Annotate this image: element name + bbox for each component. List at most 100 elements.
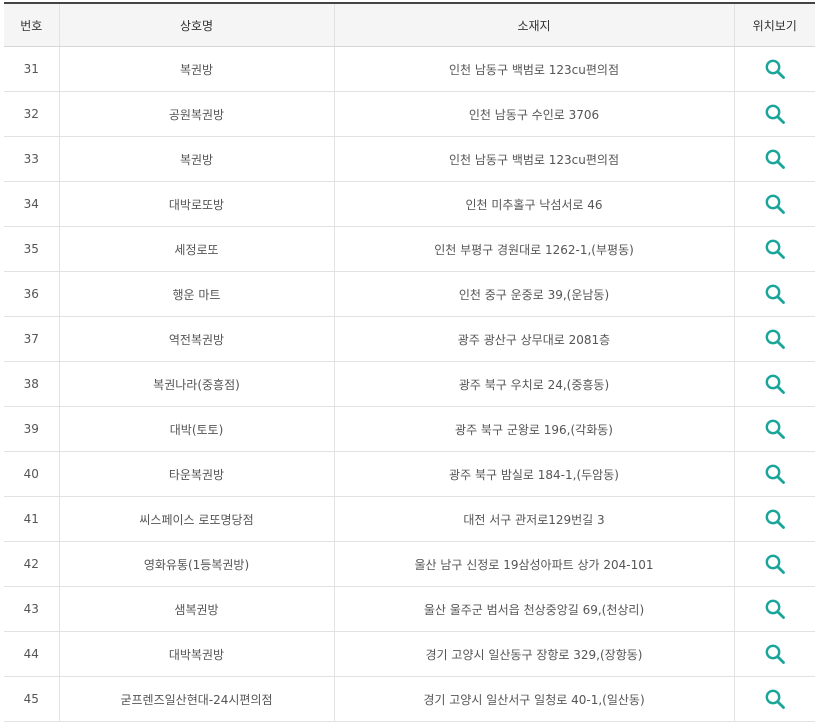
row-number: 32 [4,91,60,137]
row-view-location-cell [734,676,815,722]
table-row: 33 복권방 인천 남동구 백범로 123cu편의점 [4,136,815,182]
row-number: 39 [4,406,60,452]
table-row: 42 영화유통(1등복권방) 울산 남구 신정로 19삼성아파트 상가 204-10… [4,541,815,587]
row-address: 인천 중구 운중로 39,(운남동) [334,271,735,317]
table-body: 31 복권방 인천 남동구 백범로 123cu편의점 32 공원복권방 인천 남동구 수인… [4,46,815,722]
search-icon [765,554,785,574]
table-row: 41 씨스페이스 로또명당점 대전 서구 관저로129번길 3 [4,496,815,542]
row-view-location-cell [734,406,815,452]
row-view-location-cell [734,46,815,92]
row-view-location-cell [734,181,815,227]
store-location-table-container: 번호 상호명 소재지 위치보기 31 복권방 인천 남동구 백범로 123cu편의점… [4,2,815,722]
row-address: 인천 남동구 백범로 123cu편의점 [334,136,735,182]
row-store-name: 역전복권방 [59,316,335,362]
row-store-name: 복권방 [59,136,335,182]
view-location-button[interactable] [764,103,786,125]
table-row: 40 타운복권방 광주 북구 밤실로 184-1,(두암동) [4,451,815,497]
view-location-button[interactable] [764,58,786,80]
row-view-location-cell [734,136,815,182]
search-icon [765,464,785,484]
table-row: 43 샘복권방 울산 울주군 범서읍 천상중앙길 69,(천상리) [4,586,815,632]
table-row: 31 복권방 인천 남동구 백범로 123cu편의점 [4,46,815,92]
view-location-button[interactable] [764,148,786,170]
row-store-name: 대박복권방 [59,631,335,677]
row-number: 44 [4,631,60,677]
row-number: 36 [4,271,60,317]
row-store-name: 타운복권방 [59,451,335,497]
store-location-table: 번호 상호명 소재지 위치보기 31 복권방 인천 남동구 백범로 123cu편의점… [4,2,815,722]
view-location-button[interactable] [764,418,786,440]
table-row: 45 굳프렌즈일산현대-24시편의점 경기 고양시 일산서구 일청로 40-1,(일… [4,676,815,722]
row-store-name: 행운 마트 [59,271,335,317]
row-address: 인천 남동구 수인로 3706 [334,91,735,137]
row-view-location-cell [734,496,815,542]
row-address: 경기 고양시 일산서구 일청로 40-1,(일산동) [334,676,735,722]
row-view-location-cell [734,361,815,407]
row-number: 43 [4,586,60,632]
table-row: 34 대박로또방 인천 미추홀구 낙섬서로 46 [4,181,815,227]
row-store-name: 공원복권방 [59,91,335,137]
row-store-name: 복권방 [59,46,335,92]
row-number: 42 [4,541,60,587]
row-view-location-cell [734,271,815,317]
row-view-location-cell [734,631,815,677]
table-row: 38 복권나라(중흥점) 광주 북구 우치로 24,(중흥동) [4,361,815,407]
row-address: 울산 남구 신정로 19삼성아파트 상가 204-101 [334,541,735,587]
row-view-location-cell [734,451,815,497]
search-icon [765,419,785,439]
table-row: 39 대박(토토) 광주 북구 군왕로 196,(각화동) [4,406,815,452]
row-address: 광주 북구 우치로 24,(중흥동) [334,361,735,407]
search-icon [765,104,785,124]
column-header-store-name: 상호명 [59,3,335,47]
row-number: 40 [4,451,60,497]
row-number: 41 [4,496,60,542]
row-address: 광주 광산구 상무대로 2081층 [334,316,735,362]
view-location-button[interactable] [764,238,786,260]
column-header-address: 소재지 [334,3,735,47]
row-store-name: 대박로또방 [59,181,335,227]
table-header-row: 번호 상호명 소재지 위치보기 [4,3,815,47]
row-store-name: 샘복권방 [59,586,335,632]
search-icon [765,599,785,619]
row-store-name: 영화유통(1등복권방) [59,541,335,587]
row-view-location-cell [734,91,815,137]
search-icon [765,329,785,349]
search-icon [765,194,785,214]
row-view-location-cell [734,316,815,362]
row-number: 35 [4,226,60,272]
row-view-location-cell [734,226,815,272]
view-location-button[interactable] [764,373,786,395]
view-location-button[interactable] [764,283,786,305]
search-icon [765,284,785,304]
table-row: 44 대박복권방 경기 고양시 일산동구 장항로 329,(장항동) [4,631,815,677]
table-row: 32 공원복권방 인천 남동구 수인로 3706 [4,91,815,137]
search-icon [765,374,785,394]
table-header: 번호 상호명 소재지 위치보기 [4,3,815,47]
view-location-button[interactable] [764,643,786,665]
view-location-button[interactable] [764,508,786,530]
table-row: 35 세정로또 인천 부평구 경원대로 1262-1,(부평동) [4,226,815,272]
row-store-name: 굳프렌즈일산현대-24시편의점 [59,676,335,722]
row-address: 인천 미추홀구 낙섬서로 46 [334,181,735,227]
column-header-view-location: 위치보기 [734,3,815,47]
row-store-name: 대박(토토) [59,406,335,452]
search-icon [765,149,785,169]
search-icon [765,239,785,259]
row-store-name: 복권나라(중흥점) [59,361,335,407]
column-header-number: 번호 [4,3,60,47]
view-location-button[interactable] [764,553,786,575]
view-location-button[interactable] [764,328,786,350]
search-icon [765,644,785,664]
row-number: 34 [4,181,60,227]
view-location-button[interactable] [764,463,786,485]
view-location-button[interactable] [764,193,786,215]
search-icon [765,689,785,709]
view-location-button[interactable] [764,598,786,620]
search-icon [765,59,785,79]
row-address: 울산 울주군 범서읍 천상중앙길 69,(천상리) [334,586,735,632]
row-store-name: 세정로또 [59,226,335,272]
row-view-location-cell [734,586,815,632]
view-location-button[interactable] [764,688,786,710]
row-address: 광주 북구 군왕로 196,(각화동) [334,406,735,452]
row-address: 인천 남동구 백범로 123cu편의점 [334,46,735,92]
